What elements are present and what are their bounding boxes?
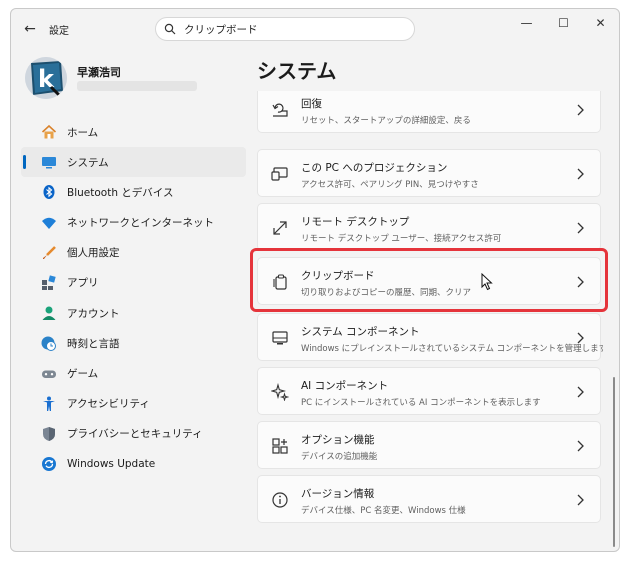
accessibility-icon (41, 396, 57, 412)
card-title: クリップボード (301, 270, 375, 282)
card-title: リモート デスクトップ (301, 216, 410, 228)
chevron-right-icon (574, 166, 586, 180)
sidebar-item-time-language[interactable]: 時刻と言語 (21, 328, 246, 358)
gamepad-icon (41, 366, 57, 382)
sidebar-item-accessibility[interactable]: アクセシビリティ (21, 389, 246, 419)
brush-icon (41, 245, 57, 261)
sidebar-item-windows-update[interactable]: Windows Update (21, 449, 246, 479)
settings-card-recovery[interactable]: 回復 リセット、スタートアップの詳細設定、戻る (257, 91, 601, 133)
sidebar-item-personalization[interactable]: 個人用設定 (21, 238, 246, 268)
sidebar-nav: ホーム システム Bluetooth とデバイス ネットワークとインターネット … (21, 117, 246, 479)
sidebar-item-accounts[interactable]: アカウント (21, 298, 246, 328)
card-subtitle: デバイスの追加機能 (301, 452, 378, 462)
sidebar-item-label: システム (67, 156, 109, 169)
search-input[interactable] (184, 23, 404, 35)
card-subtitle: デバイス仕様、PC 名変更、Windows 仕様 (301, 506, 466, 516)
system-components-icon (271, 329, 289, 347)
info-icon (271, 491, 289, 509)
shield-icon (41, 426, 57, 442)
window-controls: — ☐ ✕ (508, 9, 619, 37)
apps-icon (41, 275, 57, 291)
settings-card-system-components[interactable]: システム コンポーネント Windows にプレインストールされているシステム … (257, 313, 603, 361)
sidebar-item-label: ホーム (67, 126, 99, 139)
system-icon (41, 154, 57, 170)
sidebar-item-bluetooth[interactable]: Bluetooth とデバイス (21, 177, 246, 207)
sidebar-item-apps[interactable]: アプリ (21, 268, 246, 298)
settings-card-projection[interactable]: この PC へのプロジェクション アクセス許可、ペアリング PIN、見つけやすさ (257, 149, 601, 197)
optional-features-icon (271, 437, 289, 455)
clipboard-icon (271, 273, 289, 291)
settings-window: ← 設定 — ☐ ✕ k 早瀬浩司 ホ (10, 8, 620, 552)
scrollbar[interactable] (613, 377, 615, 547)
card-title: システム コンポーネント (301, 326, 420, 338)
sidebar-item-label: Bluetooth とデバイス (67, 186, 174, 199)
chevron-right-icon (574, 102, 586, 116)
mouse-cursor-icon (481, 273, 493, 291)
settings-card-clipboard[interactable]: クリップボード 切り取りおよびコピーの履歴、同期、クリア (257, 257, 601, 305)
back-button[interactable]: ← (19, 18, 41, 40)
avatar: k (25, 57, 67, 99)
sidebar-item-label: アプリ (67, 277, 99, 290)
remote-desktop-icon (271, 219, 289, 237)
sidebar-item-label: アカウント (67, 307, 120, 320)
sidebar-item-gaming[interactable]: ゲーム (21, 359, 246, 389)
home-icon (41, 124, 57, 140)
card-subtitle: アクセス許可、ペアリング PIN、見つけやすさ (301, 180, 479, 190)
minimize-button[interactable]: — (508, 9, 545, 37)
sidebar-item-network[interactable]: ネットワークとインターネット (21, 208, 246, 238)
update-icon (41, 456, 57, 472)
card-title: この PC へのプロジェクション (301, 162, 448, 174)
title-bar: ← 設定 — ☐ ✕ (11, 9, 619, 49)
bluetooth-icon (41, 184, 57, 200)
projection-icon (271, 165, 289, 183)
card-subtitle: Windows にプレインストールされているシステム コンポーネントを管理します (301, 344, 603, 354)
card-subtitle: リモート デスクトップ ユーザー、接続アクセス許可 (301, 234, 502, 244)
maximize-button[interactable]: ☐ (545, 9, 582, 37)
sidebar-item-label: Windows Update (67, 458, 156, 471)
settings-card-optional-features[interactable]: オプション機能 デバイスの追加機能 (257, 421, 601, 469)
clock-globe-icon (41, 335, 57, 352)
sidebar-item-label: 時刻と言語 (67, 337, 120, 350)
chevron-right-icon (574, 384, 586, 398)
settings-card-remote-desktop[interactable]: リモート デスクトップ リモート デスクトップ ユーザー、接続アクセス許可 (257, 203, 601, 251)
card-title: 回復 (301, 98, 322, 110)
chevron-right-icon (574, 330, 586, 344)
card-subtitle: 切り取りおよびコピーの履歴、同期、クリア (301, 288, 472, 298)
search-icon (164, 20, 176, 39)
card-title: バージョン情報 (301, 488, 375, 500)
settings-card-about[interactable]: バージョン情報 デバイス仕様、PC 名変更、Windows 仕様 (257, 475, 601, 523)
search-box[interactable] (155, 17, 415, 41)
settings-card-ai-components[interactable]: AI コンポーネント PC にインストールされている AI コンポーネントを表示… (257, 367, 601, 415)
card-subtitle: PC にインストールされている AI コンポーネントを表示します (301, 398, 541, 408)
sidebar-item-home[interactable]: ホーム (21, 117, 246, 147)
sidebar-item-system[interactable]: システム (21, 147, 246, 178)
user-profile[interactable]: k 早瀬浩司 (25, 57, 245, 107)
app-title: 設定 (49, 26, 69, 37)
chevron-right-icon (574, 220, 586, 234)
card-title: AI コンポーネント (301, 380, 389, 392)
chevron-right-icon (574, 438, 586, 452)
chevron-right-icon (574, 274, 586, 288)
card-title: オプション機能 (301, 434, 375, 446)
account-icon (41, 305, 57, 321)
sidebar-item-label: アクセシビリティ (67, 398, 150, 411)
user-email-redacted (77, 81, 197, 91)
sidebar-item-label: 個人用設定 (67, 247, 120, 260)
user-name: 早瀬浩司 (77, 66, 121, 79)
settings-list: 回復 リセット、スタートアップの詳細設定、戻る この PC へのプロジェクション… (257, 91, 603, 551)
page-title: システム (257, 59, 337, 83)
wifi-icon (41, 215, 57, 231)
close-button[interactable]: ✕ (582, 9, 619, 37)
sidebar-item-label: ゲーム (67, 368, 99, 380)
chevron-right-icon (574, 492, 586, 506)
sidebar-item-label: ネットワークとインターネット (67, 217, 214, 230)
card-subtitle: リセット、スタートアップの詳細設定、戻る (301, 116, 471, 126)
sidebar-item-privacy-security[interactable]: プライバシーとセキュリティ (21, 419, 246, 449)
recovery-icon (271, 101, 289, 119)
ai-sparkle-icon (269, 382, 290, 402)
sidebar-item-label: プライバシーとセキュリティ (67, 428, 203, 441)
